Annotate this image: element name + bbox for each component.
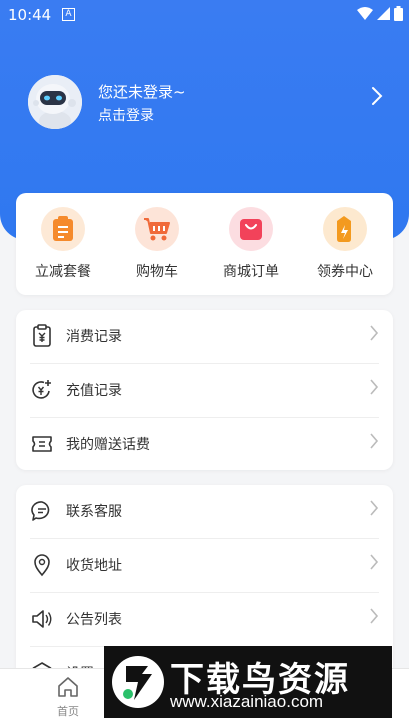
signal-icon — [377, 7, 390, 20]
chevron-right-icon — [370, 608, 379, 624]
location-pin-icon — [34, 554, 50, 577]
quick-action-coupon-center[interactable]: 领券中心 — [298, 207, 392, 281]
chevron-right-icon — [370, 325, 379, 341]
chevron-right-icon — [370, 554, 379, 570]
records-menu-card: 消费记录 充值记录 我的赠送话费 — [16, 310, 393, 470]
login-subtitle: 点击登录 — [98, 108, 154, 124]
quick-actions-card: 立减套餐 购物车 商城订单 领券中心 — [16, 193, 393, 295]
shopping-cart-icon — [135, 207, 179, 251]
chevron-right-icon — [372, 87, 383, 105]
menu-item-recharge-records[interactable]: 充值记录 — [30, 364, 379, 418]
tab-label: 首页 — [57, 705, 79, 718]
coupon-icon — [323, 207, 367, 251]
avatar — [28, 75, 82, 129]
quick-action-label: 商城订单 — [223, 264, 279, 280]
status-time: 10:44 — [8, 6, 52, 24]
watermark-banner: 下载鸟资源 www.xiazainiao.com — [104, 646, 392, 718]
clipboard-icon — [41, 207, 85, 251]
menu-item-label: 我的赠送话费 — [66, 437, 150, 453]
quick-action-label: 购物车 — [136, 264, 178, 280]
status-icons — [357, 6, 403, 21]
login-title: 您还未登录~ — [98, 83, 186, 101]
chevron-right-icon — [370, 500, 379, 516]
chat-icon — [31, 501, 50, 521]
tab-home[interactable]: 首页 — [28, 675, 108, 719]
speaker-icon — [32, 610, 52, 628]
battery-icon — [394, 6, 403, 21]
menu-item-label: 收货地址 — [66, 558, 122, 574]
menu-item-label: 消费记录 — [66, 329, 122, 345]
quick-action-cart[interactable]: 购物车 — [110, 207, 204, 281]
shopping-bag-icon — [229, 207, 273, 251]
status-bar: 10:44 A — [0, 0, 409, 30]
menu-item-gifted-credit[interactable]: 我的赠送话费 — [30, 418, 379, 471]
quick-action-discount-package[interactable]: 立减套餐 — [16, 207, 110, 281]
menu-item-consumption-records[interactable]: 消费记录 — [30, 310, 379, 364]
menu-item-label: 公告列表 — [66, 612, 122, 628]
menu-item-shipping-address[interactable]: 收货地址 — [30, 539, 379, 593]
menu-item-label: 联系客服 — [66, 504, 122, 520]
ticket-icon — [32, 436, 52, 452]
bird-logo-icon — [112, 656, 164, 708]
menu-item-customer-service[interactable]: 联系客服 — [30, 485, 379, 539]
recharge-yen-icon — [32, 380, 51, 399]
notification-icon: A — [62, 8, 75, 21]
home-icon — [58, 677, 78, 697]
profile-login-area[interactable]: 您还未登录~ 点击登录 — [28, 75, 388, 131]
menu-item-label: 充值记录 — [66, 383, 122, 399]
quick-action-mall-orders[interactable]: 商城订单 — [204, 207, 298, 281]
wifi-icon — [357, 7, 373, 20]
watermark-url: www.xiazainiao.com — [170, 692, 324, 711]
receipt-yen-icon — [33, 324, 51, 347]
quick-action-label: 领券中心 — [317, 264, 373, 280]
chevron-right-icon — [370, 379, 379, 395]
chevron-right-icon — [370, 433, 379, 449]
quick-action-label: 立减套餐 — [35, 264, 91, 280]
menu-item-announcements[interactable]: 公告列表 — [30, 593, 379, 647]
